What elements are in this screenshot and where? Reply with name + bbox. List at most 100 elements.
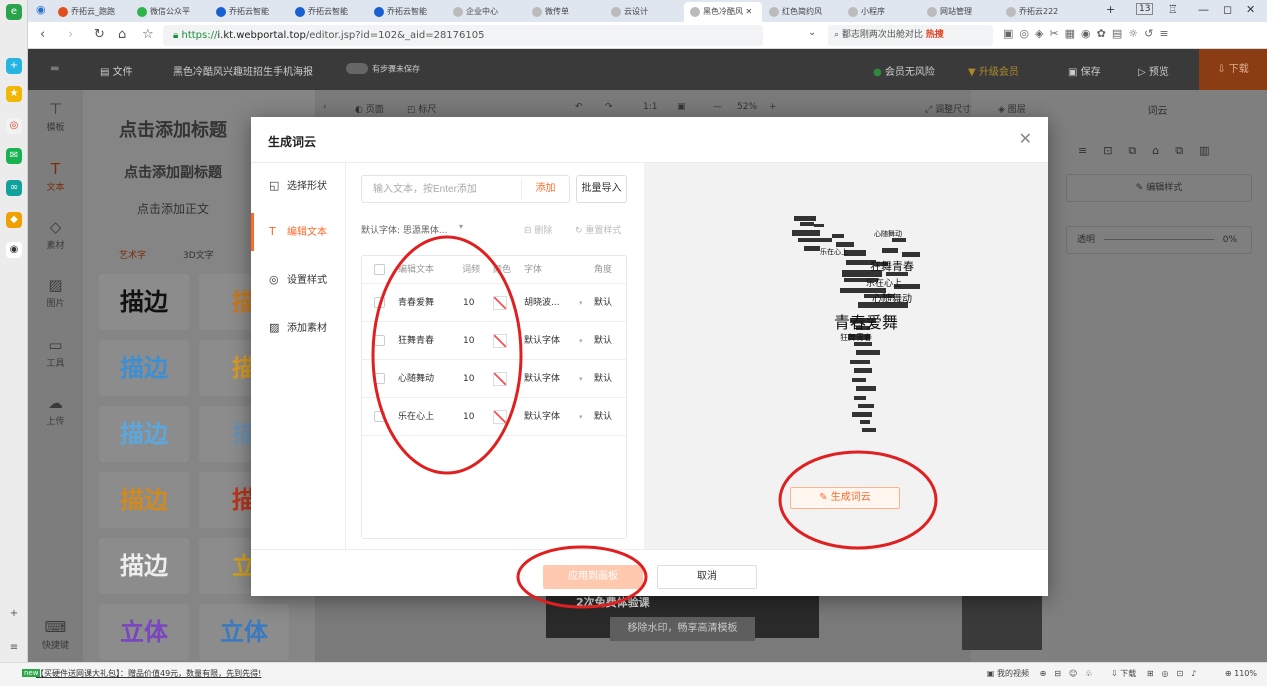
- status-icons[interactable]: ⊕⊟☺♧: [1040, 669, 1101, 678]
- art-text-tile[interactable]: 描边: [99, 472, 189, 528]
- chevron-down-icon[interactable]: ▾: [579, 322, 583, 360]
- preview-button[interactable]: ▷ 预览: [1138, 63, 1169, 78]
- reset-style-button[interactable]: ↻ 重置样式: [575, 223, 621, 236]
- side-menu-item[interactable]: ▨ 添加素材: [251, 309, 346, 347]
- nav-template[interactable]: ⊤ 模板: [28, 100, 83, 133]
- browser-tab[interactable]: 乔拓云_跑跑: [52, 2, 130, 22]
- row-font-select[interactable]: 默认字体: [524, 360, 560, 398]
- browser-tab[interactable]: 网站管理: [921, 2, 999, 22]
- opacity-control[interactable]: 透明 0%: [1066, 226, 1252, 254]
- rail-add-icon[interactable]: +: [6, 606, 22, 622]
- zoom-out-icon[interactable]: —: [713, 102, 722, 112]
- row-color-swatch[interactable]: [493, 372, 507, 386]
- row-font-select[interactable]: 默认字体: [524, 322, 560, 360]
- upgrade-member-link[interactable]: ▼ 升级会员: [968, 63, 1019, 78]
- row-checkbox[interactable]: [374, 335, 385, 346]
- skin-icon[interactable]: ♖: [1168, 3, 1178, 16]
- nav-text[interactable]: T 文本: [28, 160, 83, 193]
- edit-style-button[interactable]: ✎ 编辑样式: [1066, 174, 1252, 202]
- row-color-swatch[interactable]: [493, 334, 507, 348]
- new-tab-button[interactable]: +: [1106, 3, 1115, 16]
- batch-import-button[interactable]: 批量导入: [576, 175, 627, 203]
- ruler-tool[interactable]: ◰ 标尺: [407, 102, 436, 115]
- reload-icon[interactable]: ↻: [94, 27, 105, 42]
- close-window-button[interactable]: ✕: [1246, 3, 1255, 16]
- browser-tab[interactable]: 乔拓云智能: [210, 2, 288, 22]
- table-row[interactable]: 乐在心上 10 默认字体 ▾ 默认: [362, 398, 626, 436]
- zoom-in-icon[interactable]: +: [769, 102, 777, 112]
- collapse-panel-icon[interactable]: ‹: [323, 102, 327, 112]
- art-text-tile[interactable]: 描边: [99, 406, 189, 462]
- opacity-slider[interactable]: [1103, 239, 1214, 240]
- apply-to-canvas-button[interactable]: 应用到画板: [543, 565, 643, 589]
- back-icon[interactable]: ‹: [40, 27, 45, 42]
- default-font-select[interactable]: 默认字体: 思源黑体...: [361, 223, 447, 236]
- nav-image[interactable]: ▨ 图片: [28, 276, 83, 309]
- chevron-down-icon[interactable]: ▾: [579, 360, 583, 398]
- restore-button[interactable]: ◻: [1223, 3, 1232, 16]
- row-checkbox[interactable]: [374, 297, 385, 308]
- close-icon[interactable]: ✕: [1019, 129, 1032, 148]
- search-input[interactable]: ⌕ 鄱志刚两次出舱对比 热搜: [828, 25, 993, 46]
- row-freq[interactable]: 10: [463, 322, 474, 360]
- tab-close-icon[interactable]: ✕: [743, 7, 753, 16]
- rail-game-icon[interactable]: ◆: [6, 212, 22, 228]
- row-angle[interactable]: 默认: [594, 398, 612, 436]
- browser-tab[interactable]: 乔拓云智能: [289, 2, 367, 22]
- forward-icon[interactable]: ›: [68, 27, 73, 42]
- browser-extension-icon[interactable]: ◉: [36, 3, 46, 16]
- url-dropdown-icon[interactable]: ⌄: [808, 27, 816, 38]
- editor-logo[interactable]: ▬: [50, 63, 59, 74]
- chevron-down-icon[interactable]: ▾: [579, 284, 583, 322]
- autosave-switch[interactable]: [346, 63, 368, 74]
- generate-wordcloud-button[interactable]: ✎ 生成词云: [790, 487, 900, 509]
- row-angle[interactable]: 默认: [594, 360, 612, 398]
- row-text[interactable]: 心随舞动: [398, 360, 434, 398]
- nav-material[interactable]: ◇ 素材: [28, 218, 83, 251]
- row-color-swatch[interactable]: [493, 296, 507, 310]
- browser-tab[interactable]: 小程序: [842, 2, 920, 22]
- remove-watermark-banner[interactable]: 移除水印，畅享高清模板: [610, 617, 755, 641]
- browser-tab[interactable]: 黑色冷酷风 ✕: [684, 2, 762, 22]
- align-tools[interactable]: ≡⊡⧉⌂⧉▥: [1078, 144, 1226, 158]
- row-font-select[interactable]: 默认字体: [524, 398, 560, 436]
- nav-tools[interactable]: ▭ 工具: [28, 336, 83, 369]
- delete-button[interactable]: ⊟ 删除: [524, 223, 552, 236]
- page-tool[interactable]: ◐ 页面: [355, 102, 384, 115]
- download-manager[interactable]: ⇩ 下载: [1111, 669, 1136, 678]
- tab-3d-text[interactable]: 3D文字: [183, 248, 214, 261]
- add-body-item[interactable]: 点击添加正文: [83, 200, 263, 217]
- browser-tab[interactable]: 微传单: [526, 2, 604, 22]
- art-text-tile[interactable]: 立体: [199, 604, 289, 660]
- nav-shortcuts[interactable]: ⌨ 快捷键: [28, 618, 83, 651]
- resize-tool[interactable]: ⤢ 调整尺寸: [925, 102, 971, 115]
- row-checkbox[interactable]: [374, 373, 385, 384]
- row-font-select[interactable]: 胡晓波...: [524, 284, 560, 322]
- minimize-button[interactable]: —: [1198, 3, 1209, 16]
- row-color-swatch[interactable]: [493, 410, 507, 424]
- autosave-toggle[interactable]: 有步骤未保存: [346, 63, 420, 75]
- home-icon[interactable]: ⌂: [118, 27, 126, 42]
- table-row[interactable]: 青春爱舞 10 胡晓波... ▾ 默认: [362, 284, 626, 322]
- zoom-level[interactable]: 52%: [737, 102, 757, 112]
- tab-count-badge[interactable]: 13: [1136, 3, 1154, 15]
- rail-panda-icon[interactable]: ◉: [6, 242, 22, 258]
- ratio-button[interactable]: 1:1: [643, 102, 657, 112]
- page-thumbnail[interactable]: [962, 590, 1042, 650]
- add-title-item[interactable]: 点击添加标题: [83, 116, 263, 142]
- doc-title[interactable]: 黑色冷酷风兴趣班招生手机海报: [173, 63, 313, 78]
- chevron-down-icon[interactable]: ▾: [579, 398, 583, 436]
- chevron-down-icon[interactable]: ▾: [459, 222, 463, 231]
- page-zoom[interactable]: ⊕ 110%: [1225, 669, 1257, 678]
- row-checkbox[interactable]: [374, 411, 385, 422]
- browser-tab[interactable]: 企业中心: [447, 2, 525, 22]
- row-freq[interactable]: 10: [463, 398, 474, 436]
- add-subtitle-item[interactable]: 点击添加副标题: [83, 162, 263, 182]
- row-freq[interactable]: 10: [463, 284, 474, 322]
- rail-mail-icon[interactable]: ✉: [6, 148, 22, 164]
- url-input[interactable]: 🔒︎ https://i.kt.webportal.top/editor.jsp…: [163, 25, 763, 46]
- browser-tab[interactable]: 红色简约风: [763, 2, 841, 22]
- row-freq[interactable]: 10: [463, 360, 474, 398]
- nav-upload[interactable]: ☁ 上传: [28, 394, 83, 427]
- my-video-button[interactable]: ▣ 我的视频: [987, 669, 1029, 678]
